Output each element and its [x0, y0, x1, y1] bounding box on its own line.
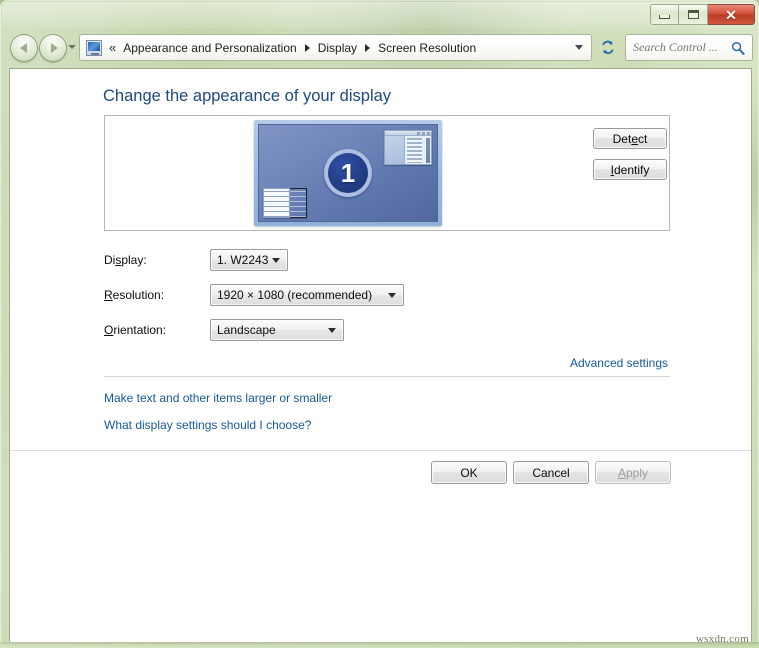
back-button[interactable]	[10, 34, 38, 62]
advanced-settings-link[interactable]: Advanced settings	[570, 356, 668, 370]
cancel-button[interactable]: Cancel	[513, 461, 589, 484]
breadcrumb-item-display[interactable]: Display	[315, 39, 360, 57]
address-dropdown-chevron-down-icon[interactable]	[575, 45, 583, 50]
apply-accel-key: A	[617, 465, 626, 480]
apply-button[interactable]: Apply	[595, 461, 671, 484]
minimize-icon	[659, 14, 670, 19]
detect-accel-key: e	[631, 131, 639, 146]
detect-button[interactable]: Det e ct	[593, 128, 667, 149]
breadcrumb-item-appearance[interactable]: Appearance and Personalization	[120, 39, 299, 57]
thumbnail-titlebar	[385, 131, 431, 136]
breadcrumb-overflow-icon[interactable]: «	[109, 41, 116, 54]
back-arrow-icon	[19, 43, 27, 53]
close-icon: ✕	[725, 6, 737, 23]
orientation-select[interactable]: Landscape	[210, 319, 344, 341]
refresh-button[interactable]	[597, 36, 619, 59]
orientation-accel-key: O	[104, 323, 114, 337]
page-title: Change the appearance of your display	[103, 87, 392, 105]
resolution-label-post: esolution:	[112, 288, 165, 302]
window-titlebar: ✕	[1, 1, 759, 29]
resolution-select[interactable]: 1920 × 1080 (recommended)	[210, 284, 404, 306]
orientation-select-value: Landscape	[217, 323, 276, 337]
window-controls: ✕	[650, 4, 755, 25]
watermark: wsxdn.com	[695, 633, 749, 645]
display-label: Display:	[104, 253, 147, 267]
chevron-down-icon[interactable]	[328, 327, 336, 333]
breadcrumb-separator-icon[interactable]	[304, 43, 310, 52]
forward-arrow-icon	[50, 43, 58, 53]
minimize-button[interactable]	[650, 4, 679, 25]
chevron-down-icon[interactable]	[272, 257, 280, 263]
desktop-list-panel-icon	[263, 188, 307, 218]
breadcrumb-separator-icon[interactable]	[365, 43, 371, 52]
breadcrumb-item-screen-resolution[interactable]: Screen Resolution	[375, 39, 479, 57]
navigation-bar: « Appearance and Personalization Display…	[1, 31, 759, 65]
resolution-select-value: 1920 × 1080 (recommended)	[217, 288, 373, 302]
close-button[interactable]: ✕	[708, 4, 755, 25]
resolution-label: Resolution:	[104, 288, 164, 302]
list-panel-items	[263, 188, 290, 218]
recent-pages-chevron-down-icon[interactable]	[68, 45, 76, 49]
desktop-background: ✕ « Appearance and Personalization Displ…	[0, 0, 759, 648]
display-select-value: 1. W2243	[217, 253, 269, 267]
apply-label-post: pply	[626, 465, 649, 480]
monitor-number-badge: 1	[324, 149, 372, 197]
detect-label-pre: Det	[612, 131, 632, 146]
command-row-divider	[10, 450, 751, 451]
display-label-post: play:	[121, 253, 147, 267]
screen-resolution-window: ✕ « Appearance and Personalization Displ…	[0, 0, 759, 642]
list-panel-dark-strip	[290, 188, 307, 218]
identify-button[interactable]: Identify	[593, 159, 667, 180]
detect-label-post: ct	[638, 131, 648, 146]
section-divider	[104, 376, 670, 377]
breadcrumb: Appearance and Personalization Display S…	[116, 39, 479, 57]
forward-button[interactable]	[39, 34, 67, 62]
search-box[interactable]	[625, 34, 753, 61]
thumbnail-sidepane	[385, 136, 405, 164]
display-select[interactable]: 1. W2243	[210, 249, 288, 271]
control-panel-icon	[86, 39, 102, 56]
search-input[interactable]	[626, 40, 731, 55]
address-bar[interactable]: « Appearance and Personalization Display…	[79, 34, 592, 61]
chevron-down-icon[interactable]	[388, 292, 396, 298]
ok-button[interactable]: OK	[431, 461, 507, 484]
thumbnail-textlines	[407, 138, 422, 163]
thumbnail-scrollbar	[426, 138, 430, 163]
monitor-screen: 1	[258, 124, 438, 222]
display-preview-panel: 1 Det e ct Identify	[104, 115, 670, 231]
what-display-settings-link[interactable]: What display settings should I choose?	[104, 418, 311, 432]
orientation-label: Orientation:	[104, 323, 166, 337]
monitor-preview[interactable]: 1	[254, 120, 442, 226]
orientation-label-post: rientation:	[113, 323, 167, 337]
make-text-larger-link[interactable]: Make text and other items larger or smal…	[104, 391, 332, 405]
identify-label-post: dentify	[613, 162, 650, 177]
maximize-button[interactable]	[679, 4, 708, 25]
display-label-pre: Di	[104, 253, 116, 267]
maximize-icon	[687, 10, 699, 19]
resolution-accel-key: R	[104, 288, 113, 302]
content-pane: Change the appearance of your display 1 …	[9, 68, 752, 642]
refresh-icon	[602, 40, 614, 54]
thumbnail-body	[385, 136, 431, 164]
search-icon[interactable]	[731, 41, 745, 55]
desktop-window-thumbnail-icon	[384, 130, 432, 165]
